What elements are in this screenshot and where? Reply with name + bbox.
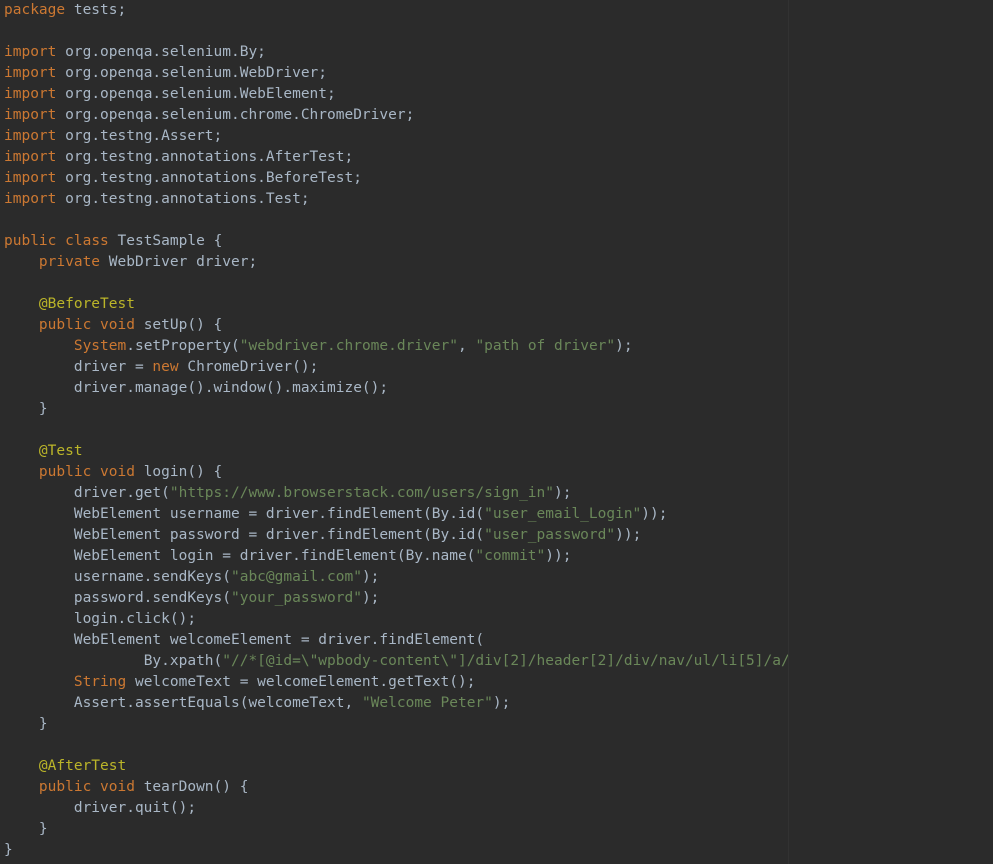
code-line: } — [4, 821, 48, 837]
code-line: WebElement password = driver.findElement… — [4, 527, 641, 543]
editor-right-gutter — [788, 0, 993, 864]
code-line: import org.testng.annotations.BeforeTest… — [4, 170, 362, 186]
code-line: WebElement welcomeElement = driver.findE… — [4, 632, 484, 648]
code-line: driver.get("https://www.browserstack.com… — [4, 485, 571, 501]
code-line: password.sendKeys("your_password"); — [4, 590, 379, 606]
code-line: driver.manage().window().maximize(); — [4, 380, 388, 396]
code-line: import org.testng.Assert; — [4, 128, 222, 144]
code-line: @AfterTest — [4, 758, 126, 774]
code-editor[interactable]: package tests; import org.openqa.seleniu… — [0, 0, 788, 864]
code-line: import org.openqa.selenium.WebElement; — [4, 86, 336, 102]
code-line: package tests; — [4, 2, 126, 18]
code-line: driver = new ChromeDriver(); — [4, 359, 318, 375]
code-line: } — [4, 716, 48, 732]
code-line: @BeforeTest — [4, 296, 135, 312]
code-line: WebElement username = driver.findElement… — [4, 506, 668, 522]
code-line: import org.testng.annotations.Test; — [4, 191, 310, 207]
code-line: public class TestSample { — [4, 233, 222, 249]
code-line: login.click(); — [4, 611, 196, 627]
code-line: public void setUp() { — [4, 317, 222, 333]
code-line: String welcomeText = welcomeElement.getT… — [4, 674, 475, 690]
code-line: } — [4, 842, 13, 858]
code-line: import org.testng.annotations.AfterTest; — [4, 149, 353, 165]
code-line: } — [4, 401, 48, 417]
code-line: Assert.assertEquals(welcomeText, "Welcom… — [4, 695, 510, 711]
code-line: import org.openqa.selenium.By; — [4, 44, 266, 60]
code-line: System.setProperty("webdriver.chrome.dri… — [4, 338, 633, 354]
code-line: import org.openqa.selenium.chrome.Chrome… — [4, 107, 414, 123]
code-line: @Test — [4, 443, 83, 459]
code-line: public void tearDown() { — [4, 779, 248, 795]
code-line: driver.quit(); — [4, 800, 196, 816]
code-line: WebElement login = driver.findElement(By… — [4, 548, 571, 564]
code-line: public void login() { — [4, 464, 222, 480]
code-line: private WebDriver driver; — [4, 254, 257, 270]
code-line: username.sendKeys("abc@gmail.com"); — [4, 569, 379, 585]
code-line: By.xpath("//*[@id=\"wpbody-content\"]/di… — [4, 653, 788, 669]
code-line: import org.openqa.selenium.WebDriver; — [4, 65, 327, 81]
